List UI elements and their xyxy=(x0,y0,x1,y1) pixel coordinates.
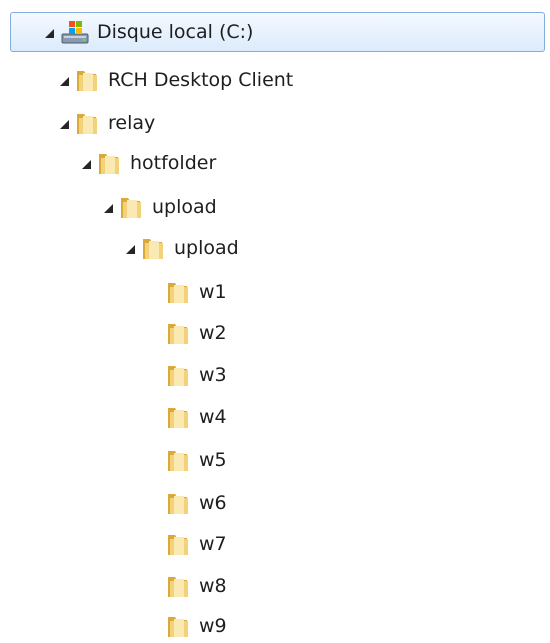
folder-icon xyxy=(77,71,97,91)
tree-item-label: w5 xyxy=(199,449,227,471)
expanded-arrow-icon[interactable] xyxy=(45,28,54,38)
folder-icon xyxy=(168,366,188,386)
tree-item-label: w1 xyxy=(199,281,227,303)
expanded-arrow-icon[interactable] xyxy=(60,119,69,129)
folder-icon xyxy=(168,577,188,597)
expanded-arrow-icon[interactable] xyxy=(104,203,113,213)
tree-item-label: w6 xyxy=(199,492,227,514)
folder-icon xyxy=(168,408,188,428)
tree-item-hotfolder[interactable]: hotfolder xyxy=(82,143,216,183)
expanded-arrow-icon[interactable] xyxy=(60,76,69,86)
tree-item-upload[interactable]: upload xyxy=(104,187,217,227)
tree-item-label: w3 xyxy=(199,364,227,386)
tree-item-w4[interactable]: w4 xyxy=(166,397,227,437)
tree-item-label: upload xyxy=(174,237,239,259)
tree-item-rch-desktop-client[interactable]: RCH Desktop Client xyxy=(60,60,293,100)
tree-item-w8[interactable]: w8 xyxy=(166,566,227,606)
expanded-arrow-icon[interactable] xyxy=(82,159,91,169)
tree-item-label: w8 xyxy=(199,575,227,597)
tree-item-w2[interactable]: w2 xyxy=(166,313,227,353)
tree-item-w5[interactable]: w5 xyxy=(166,440,227,480)
tree-item-w6[interactable]: w6 xyxy=(166,483,227,523)
folder-icon xyxy=(168,617,188,637)
folder-icon xyxy=(168,324,188,344)
tree-item-label: w9 xyxy=(199,615,227,637)
folder-icon xyxy=(121,198,141,218)
drive-icon xyxy=(61,21,89,44)
tree-item-relay[interactable]: relay xyxy=(60,103,155,143)
folder-icon xyxy=(168,494,188,514)
tree-item-label: hotfolder xyxy=(130,152,217,174)
tree-item-label: Disque local (C:) xyxy=(97,21,254,43)
folder-icon xyxy=(168,283,188,303)
folder-icon xyxy=(77,114,97,134)
tree-item-label: w7 xyxy=(199,533,227,555)
tree-item-w1[interactable]: w1 xyxy=(166,272,227,312)
folder-icon xyxy=(143,239,163,259)
expanded-arrow-icon[interactable] xyxy=(126,244,135,254)
folder-tree: Disque local (C:) RCH Desktop Client rel… xyxy=(0,0,550,643)
folder-icon xyxy=(168,535,188,555)
folder-icon xyxy=(168,451,188,471)
tree-item-w7[interactable]: w7 xyxy=(166,524,227,564)
tree-item-label: relay xyxy=(108,112,156,134)
tree-item-label: RCH Desktop Client xyxy=(108,69,294,91)
tree-item-label: w4 xyxy=(199,406,227,428)
tree-item-w9[interactable]: w9 xyxy=(166,606,227,643)
tree-item-upload-nested[interactable]: upload xyxy=(126,228,239,268)
folder-icon xyxy=(99,154,119,174)
tree-item-label: w2 xyxy=(199,322,227,344)
tree-item-w3[interactable]: w3 xyxy=(166,355,227,395)
tree-item-label: upload xyxy=(152,196,217,218)
tree-item-disque-local[interactable]: Disque local (C:) xyxy=(10,12,545,52)
